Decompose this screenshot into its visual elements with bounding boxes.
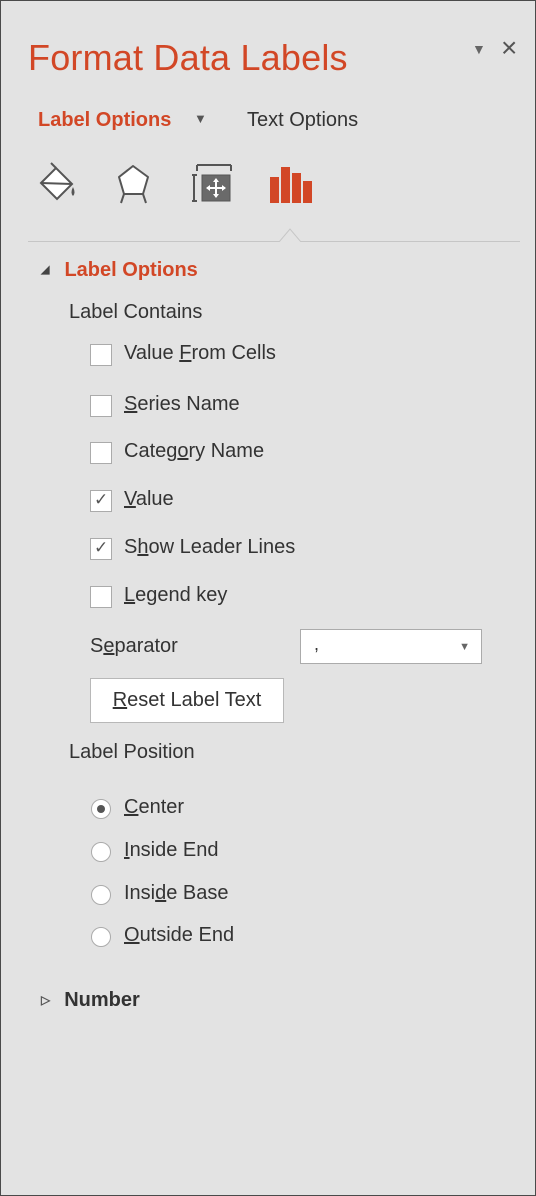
- label-contains-heading: Label Contains: [69, 301, 203, 323]
- chevron-down-icon: ▼: [459, 641, 470, 653]
- radio-circle[interactable]: [91, 885, 111, 905]
- checkbox-label: Category Name: [124, 440, 265, 462]
- radio-label: Inside End: [124, 839, 219, 861]
- checkbox-box[interactable]: ✓: [90, 490, 112, 512]
- checkbox-box[interactable]: [90, 344, 112, 366]
- label-options-icon[interactable]: [267, 161, 313, 207]
- radio-circle[interactable]: [91, 799, 111, 819]
- checkbox-box[interactable]: ✓: [90, 538, 112, 560]
- checkbox-label: Show Leader Lines: [124, 536, 296, 558]
- checkbox-label: Value From Cells: [124, 342, 276, 364]
- reset-label-text-button[interactable]: Reset Label Text: [90, 678, 284, 723]
- checkbox-box[interactable]: [90, 586, 112, 608]
- format-pane: Format Data Labels ▼ × Label Options ▼ T…: [0, 0, 536, 1196]
- effects-icon[interactable]: [115, 161, 161, 207]
- radio-circle[interactable]: [91, 842, 111, 862]
- tab-text-options[interactable]: Text Options: [247, 109, 358, 132]
- checkbox-label: Value: [124, 488, 174, 510]
- checkbox-label: Legend key: [124, 584, 228, 606]
- tab-divider: [28, 241, 520, 242]
- checkbox-box[interactable]: [90, 395, 112, 417]
- pane-title: Format Data Labels: [28, 37, 348, 78]
- chevron-down-icon[interactable]: ▼: [194, 111, 207, 126]
- size-properties-icon[interactable]: [191, 161, 237, 207]
- checkmark-icon: ✓: [94, 538, 109, 557]
- separator-dropdown[interactable]: , ▼: [300, 629, 482, 664]
- checkbox-label: Series Name: [124, 393, 240, 415]
- tab-label-options[interactable]: Label Options: [38, 109, 171, 132]
- section-label-options[interactable]: ◢ Label Options: [41, 259, 198, 282]
- separator-value: ,: [314, 634, 320, 654]
- radio-label: Center: [124, 796, 185, 818]
- label-position-heading: Label Position: [69, 741, 195, 763]
- pane-options-dropdown-icon[interactable]: ▼: [472, 41, 486, 57]
- fill-line-icon[interactable]: [37, 161, 83, 207]
- radio-circle[interactable]: [91, 927, 111, 947]
- collapsed-triangle-icon: ▷: [41, 993, 51, 1007]
- close-icon[interactable]: ×: [501, 34, 517, 62]
- checkbox-box[interactable]: [90, 442, 112, 464]
- radio-selected-dot: [97, 805, 105, 813]
- checkmark-icon: ✓: [94, 490, 109, 509]
- section-number[interactable]: ▷ Number: [41, 989, 140, 1012]
- separator-label: Separator: [90, 635, 178, 657]
- radio-label: Inside Base: [124, 882, 229, 904]
- expanded-triangle-icon: ◢: [41, 264, 50, 276]
- section-title: Label Options: [64, 259, 198, 281]
- selected-tab-notch: [279, 228, 301, 242]
- section-title: Number: [64, 989, 140, 1011]
- radio-label: Outside End: [124, 924, 235, 946]
